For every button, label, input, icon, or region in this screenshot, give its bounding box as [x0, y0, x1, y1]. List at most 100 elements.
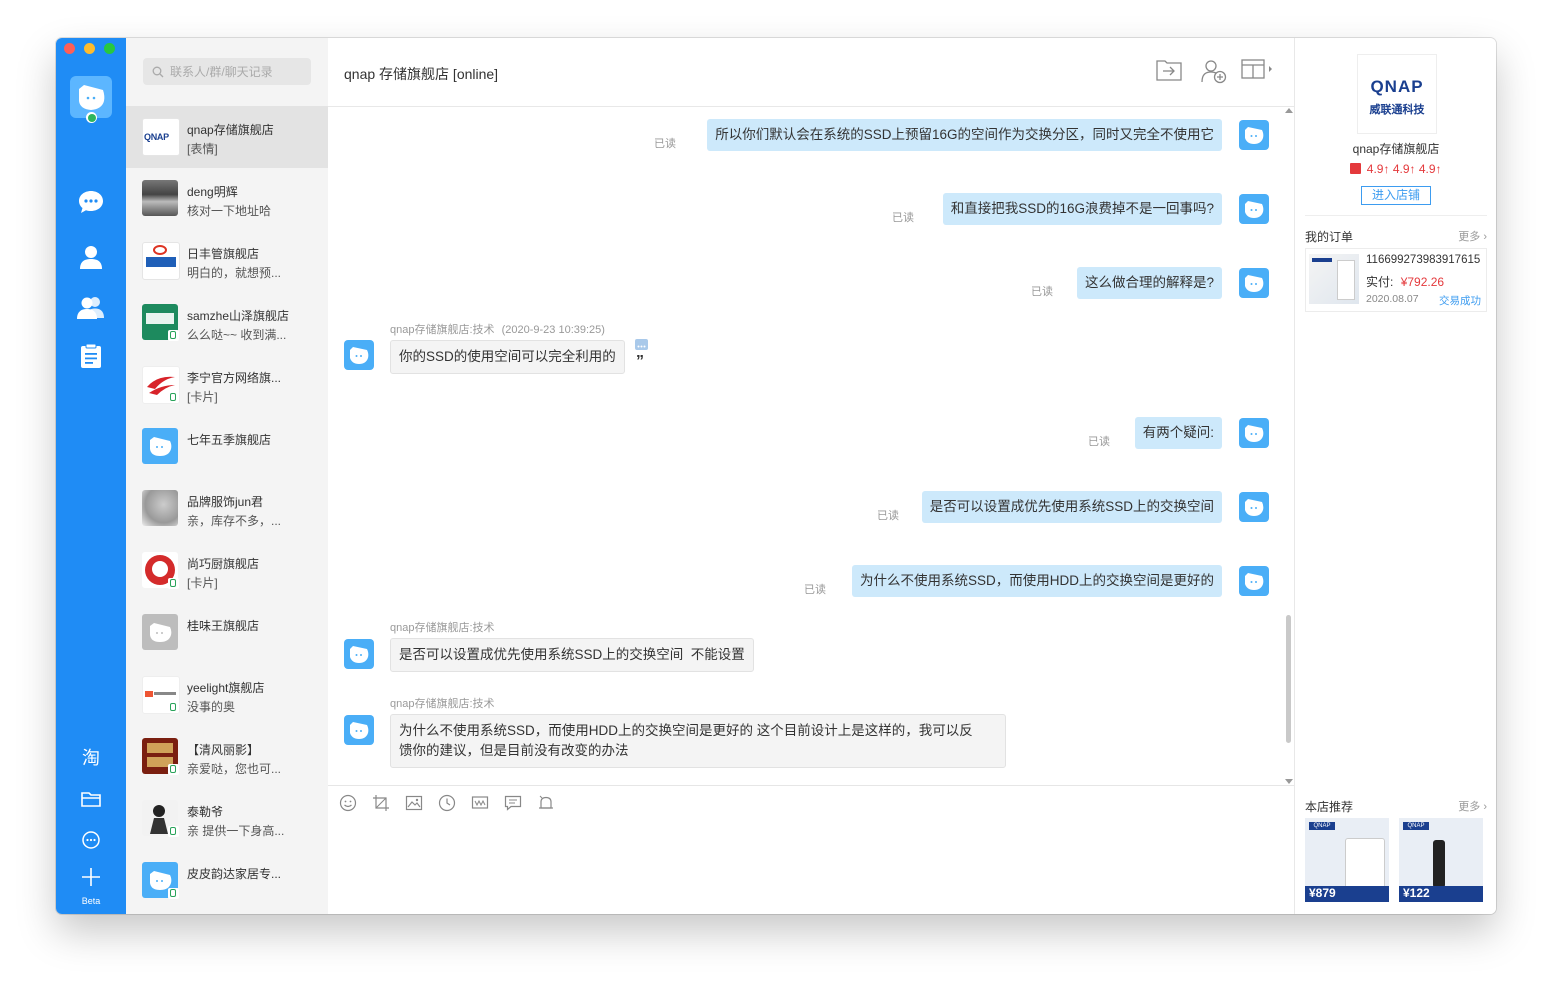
shop-logo[interactable]: QNAP 威联通科技	[1357, 54, 1437, 134]
sender-name: qnap存储旗舰店:技术	[390, 324, 495, 336]
contact-name: 七年五季旗舰店	[187, 433, 272, 447]
contact-item[interactable]: 李宁官方网络旗... [卡片]	[126, 354, 328, 416]
my-chat-avatar	[1239, 492, 1269, 522]
contact-item[interactable]: 七年五季旗舰店	[126, 416, 328, 478]
emoji-icon[interactable]	[339, 794, 357, 817]
sent-message-bubble[interactable]: 这么做合理的解释是?	[1076, 267, 1222, 299]
received-message-bubble[interactable]: 你的SSD的使用空间可以完全利用的	[390, 340, 625, 374]
contact-last-message: 亲 提供一下身高...	[187, 824, 285, 838]
mobile-badge-icon	[168, 392, 179, 403]
history-clock-icon[interactable]	[438, 794, 456, 817]
message-input[interactable]	[328, 820, 1294, 914]
online-status-icon	[86, 112, 97, 123]
scroll-down-icon[interactable]	[1285, 779, 1293, 784]
message-time: (2020-9-23 10:39:25)	[501, 324, 605, 336]
recommended-product[interactable]: QNAP ¥122	[1399, 818, 1483, 902]
contact-icon[interactable]	[76, 242, 106, 272]
minimize-window-button[interactable]	[84, 43, 95, 54]
bell-icon[interactable]	[537, 794, 555, 817]
mobile-badge-icon	[168, 764, 179, 775]
read-receipt: 已读	[877, 510, 899, 522]
quote-icon[interactable]: ”	[636, 354, 644, 370]
contact-avatar	[142, 614, 178, 650]
my-chat-avatar	[1239, 418, 1269, 448]
add-contact-icon[interactable]	[1201, 58, 1227, 89]
contact-last-message: 核对一下地址哈	[187, 204, 272, 218]
sent-message-bubble[interactable]: 为什么不使用系统SSD，而使用HDD上的交换空间是更好的	[851, 565, 1222, 597]
contact-item[interactable]: 尚巧厨旗舰店 [卡片]	[126, 540, 328, 602]
my-chat-avatar	[1239, 566, 1269, 596]
shop-ratings: 4.9↑ 4.9↑ 4.9↑	[1295, 162, 1496, 176]
orders-more-link[interactable]: 更多 ›	[1458, 228, 1487, 244]
contact-item[interactable]: deng明辉 核对一下地址哈	[126, 168, 328, 230]
enter-shop-button[interactable]: 进入店铺	[1361, 186, 1431, 205]
message-line: 馈你的建议，但是目前没有改变的办法	[399, 743, 629, 758]
contact-item[interactable]: 【清风丽影】 亲爱哒，您也可...	[126, 726, 328, 788]
contact-avatar	[142, 428, 178, 464]
layout-toggle-icon[interactable]	[1241, 58, 1275, 85]
contact-name: yeelight旗舰店	[187, 681, 265, 695]
read-receipt: 已读	[654, 138, 676, 150]
sent-message-bubble[interactable]: 所以你们默认会在系统的SSD上预留16G的空间作为交换分区，同时又完全不使用它	[707, 119, 1222, 151]
order-status[interactable]: 交易成功	[1439, 293, 1481, 308]
contact-last-message: 没事的奥	[187, 700, 236, 714]
image-icon[interactable]	[405, 794, 423, 817]
zoom-window-button[interactable]	[104, 43, 115, 54]
contact-avatar	[142, 242, 180, 280]
contact-name: 李宁官方网络旗...	[187, 371, 282, 385]
search-icon	[152, 66, 164, 77]
scroll-up-icon[interactable]	[1285, 108, 1293, 113]
recommend-more-link[interactable]: 更多 ›	[1458, 798, 1487, 814]
taobao-icon[interactable]: 淘	[76, 742, 106, 772]
received-message-bubble[interactable]: 为什么不使用系统SSD，而使用HDD上的交换空间是更好的 这个目前设计上是这样的…	[390, 714, 1006, 768]
contact-item[interactable]: 日丰管旗舰店 明白的，就想预...	[126, 230, 328, 292]
contact-item[interactable]: 品牌服饰jun君 亲，库存不多，...	[126, 478, 328, 540]
read-receipt: 已读	[892, 212, 914, 224]
product-price: ¥122	[1403, 886, 1430, 900]
mobile-badge-icon	[168, 888, 179, 899]
chat-panel: qnap 存储旗舰店 [online] 已读 所以你们默认会在系统的SSD上预留…	[328, 38, 1294, 914]
contact-item[interactable]: 皮皮韵达家居专...	[126, 850, 328, 912]
contact-last-message: 么么哒~~ 收到满...	[187, 328, 287, 342]
my-chat-avatar	[1239, 120, 1269, 150]
contact-item[interactable]: yeelight旗舰店 没事的奥	[126, 664, 328, 726]
my-avatar[interactable]	[70, 76, 112, 123]
chat-scrollbar[interactable]	[1286, 615, 1291, 743]
order-card[interactable]: 116699273983917615 实付: ¥792.26 2020.08.0…	[1305, 248, 1487, 312]
paid-amount: ¥792.26	[1400, 275, 1445, 289]
contact-item[interactable]: samzhe山泽旗舰店 么么哒~~ 收到满...	[126, 292, 328, 354]
clipboard-icon[interactable]	[76, 341, 106, 371]
transfer-icon[interactable]	[1156, 58, 1182, 87]
contact-item[interactable]: QNAP qnap存储旗舰店 [表情]	[126, 106, 328, 168]
contact-last-message: [表情]	[187, 142, 218, 156]
contact-name: 【清风丽影】	[187, 743, 260, 757]
sent-message-bubble[interactable]: 有两个疑问:	[1134, 417, 1222, 449]
group-icon[interactable]	[76, 292, 106, 322]
contact-avatar: QNAP	[142, 118, 180, 156]
contact-item[interactable]: 泰勒爷 亲 提供一下身高...	[126, 788, 328, 850]
shake-window-icon[interactable]	[471, 794, 489, 817]
mobile-badge-icon	[168, 330, 179, 341]
contact-last-message: 明白的，就想预...	[187, 266, 282, 280]
received-message-bubble[interactable]: 是否可以设置成优先使用系统SSD上的交换空间 不能设置	[390, 638, 754, 672]
order-paid: 实付: ¥792.26	[1366, 273, 1444, 290]
contact-item[interactable]: 桂味王旗舰店	[126, 602, 328, 664]
close-window-button[interactable]	[64, 43, 75, 54]
add-icon[interactable]	[76, 862, 106, 892]
tmall-badge-icon	[1350, 163, 1362, 174]
mobile-badge-icon	[168, 702, 179, 713]
contact-name: 泰勒爷	[187, 805, 224, 819]
message-line: 为什么不使用系统SSD，而使用HDD上的交换空间是更好的 这个目前设计上是这样的…	[399, 723, 973, 738]
sent-message-bubble[interactable]: 和直接把我SSD的16G浪费掉不是一回事吗?	[942, 193, 1222, 225]
folder-icon[interactable]	[76, 784, 106, 814]
message-list[interactable]: 已读 所以你们默认会在系统的SSD上预留16G的空间作为交换分区，同时又完全不使…	[328, 107, 1294, 785]
message-menu-icon[interactable]	[635, 339, 648, 350]
quick-reply-icon[interactable]	[504, 794, 522, 817]
search-input[interactable]: 联系人/群/聊天记录	[143, 58, 311, 85]
chat-icon[interactable]	[76, 187, 106, 217]
crop-screenshot-icon[interactable]	[372, 794, 390, 817]
recommended-product[interactable]: QNAP ¥879	[1305, 818, 1389, 902]
sent-message-bubble[interactable]: 是否可以设置成优先使用系统SSD上的交换空间	[921, 491, 1222, 523]
rating-logistics: 4.9↑	[1418, 162, 1442, 176]
more-icon[interactable]	[76, 825, 106, 855]
